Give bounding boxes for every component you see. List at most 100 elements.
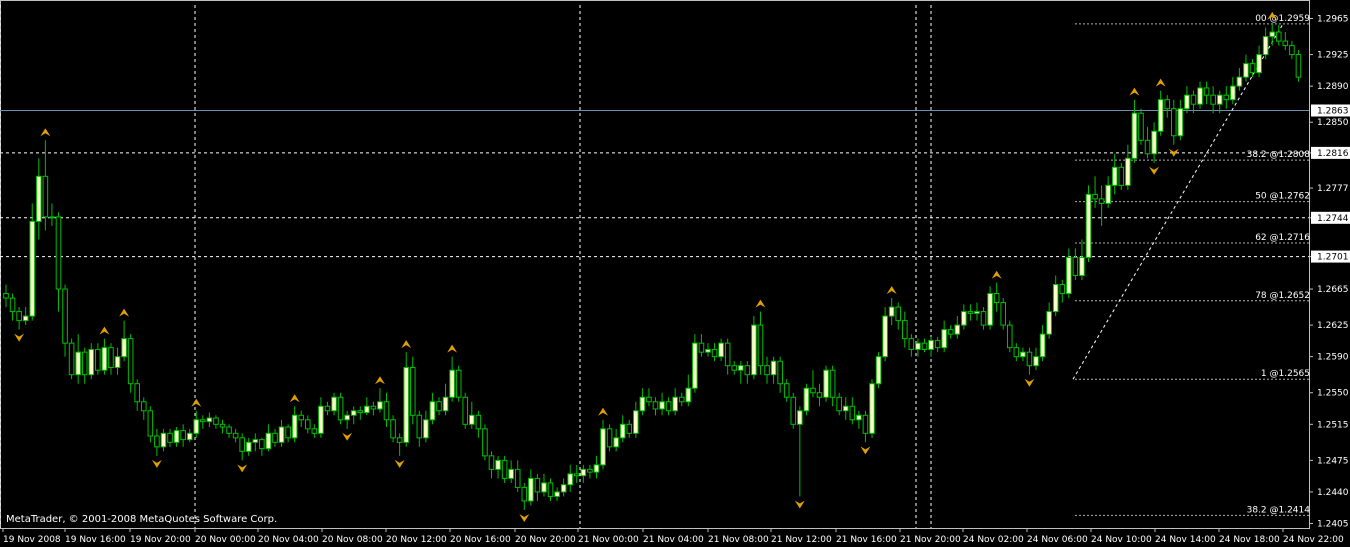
y-axis-label: 1.2665 [1317, 285, 1349, 295]
candle-body [377, 401, 383, 410]
candle-body [823, 369, 829, 398]
candle-body [672, 396, 678, 412]
fib-level-label: 38.2 @1.2414 [1247, 505, 1311, 515]
candle-body [1256, 54, 1262, 74]
candle-body [114, 356, 121, 368]
candle-body [272, 432, 278, 443]
fib-level-label: 50 @1.2762 [1255, 192, 1310, 202]
candle-body [488, 455, 495, 470]
candle-body [554, 491, 560, 497]
candle-body [304, 419, 311, 430]
candle-body [921, 342, 928, 350]
candle-body [1026, 351, 1033, 367]
candle-body [324, 405, 331, 412]
candle-body [770, 360, 777, 376]
y-axis-label: 1.2965 [1317, 15, 1349, 25]
candle-body [1118, 166, 1125, 186]
candle-body [810, 387, 816, 394]
candle-body [1006, 324, 1013, 349]
candle-body [140, 401, 147, 412]
candle-body [882, 315, 888, 358]
candle-body [646, 396, 652, 403]
candle-body [856, 414, 862, 421]
fractal-down-arrow [860, 446, 871, 455]
candle-body [127, 338, 134, 385]
candle-body [1275, 31, 1282, 42]
price-label: 1.2863 [1317, 107, 1349, 117]
candle-body [403, 366, 409, 443]
candle-body [1131, 112, 1138, 159]
candle-body [639, 396, 646, 412]
candle-body [613, 437, 619, 448]
candle-body [88, 348, 95, 376]
candle-body [573, 473, 580, 477]
candle-body [580, 468, 587, 477]
candle-body [206, 417, 213, 423]
candle-body [633, 410, 639, 434]
y-axis-label: 1.2850 [1317, 118, 1349, 128]
candle-body [875, 356, 882, 385]
x-axis-label: 20 Nov 04:00 [258, 535, 319, 545]
candle-body [1151, 130, 1157, 155]
candle-body [744, 365, 751, 376]
candle-body [606, 428, 613, 448]
x-axis-label: 21 Nov 00:00 [578, 535, 639, 545]
candle-body [331, 396, 337, 412]
fractal-down-arrow [794, 500, 805, 509]
candle-body [954, 324, 961, 335]
y-axis-label: 1.2590 [1317, 353, 1349, 363]
candle-body [1092, 193, 1098, 200]
fractal-up-arrow [755, 299, 766, 308]
candle-body [1295, 54, 1302, 78]
candle-body [1079, 256, 1085, 277]
candle-body [383, 401, 390, 421]
x-axis-label: 20 Nov 08:00 [322, 535, 383, 545]
candle-body [95, 348, 101, 371]
candle-body [1164, 99, 1171, 110]
candle-body [1020, 351, 1026, 358]
candle-body [757, 324, 764, 367]
x-axis-label: 24 Nov 06:00 [1027, 535, 1088, 545]
candle-body [508, 468, 514, 479]
candle-body [1282, 40, 1289, 47]
candle-body [829, 369, 836, 398]
candle-body [1052, 284, 1059, 313]
fib-level-label: 62 @1.2716 [1255, 233, 1310, 243]
fractal-up-arrow [598, 407, 609, 416]
candle-body [29, 220, 36, 317]
candle-body [1197, 87, 1203, 105]
candle-body [462, 396, 469, 425]
candle-body [436, 401, 442, 412]
fractal-down-arrow [1024, 378, 1035, 387]
candle-body [390, 419, 396, 439]
candle-body [370, 405, 377, 410]
candle-body [751, 324, 757, 376]
x-axis-label: 19 Nov 20:00 [130, 535, 191, 545]
candle-body [1170, 108, 1177, 137]
candle-body [567, 473, 574, 486]
y-axis-label: 1.2515 [1317, 420, 1349, 430]
price-chart[interactable]: 00 @1.2959 38.2 @1.2808 50 @1.2762 62 @1.27… [0, 0, 1350, 547]
fractal-down-arrow [151, 459, 162, 468]
candle-body [718, 342, 724, 358]
candle-body [350, 410, 357, 416]
candle-body [1289, 45, 1295, 56]
candle-body [724, 342, 731, 367]
candle-body [416, 414, 423, 439]
candle-body [521, 486, 528, 502]
fractal-down-arrow [519, 513, 530, 522]
candle-body [1184, 94, 1190, 110]
chart-canvas[interactable]: 00 @1.2959 38.2 @1.2808 50 @1.2762 62 @1.27… [0, 0, 1350, 547]
candle-body [455, 369, 462, 398]
candle-body [337, 396, 344, 421]
candle-body [1177, 108, 1184, 137]
candle-body [475, 414, 482, 430]
fib-level-label: 00 @1.2959 [1255, 14, 1310, 24]
candle-body [16, 311, 22, 322]
candle-body [1013, 347, 1020, 358]
y-axis-label: 1.2890 [1317, 82, 1349, 92]
candle-body [160, 432, 167, 448]
candle-body [993, 293, 1000, 304]
candle-body [692, 342, 698, 389]
candle-body [291, 414, 298, 439]
